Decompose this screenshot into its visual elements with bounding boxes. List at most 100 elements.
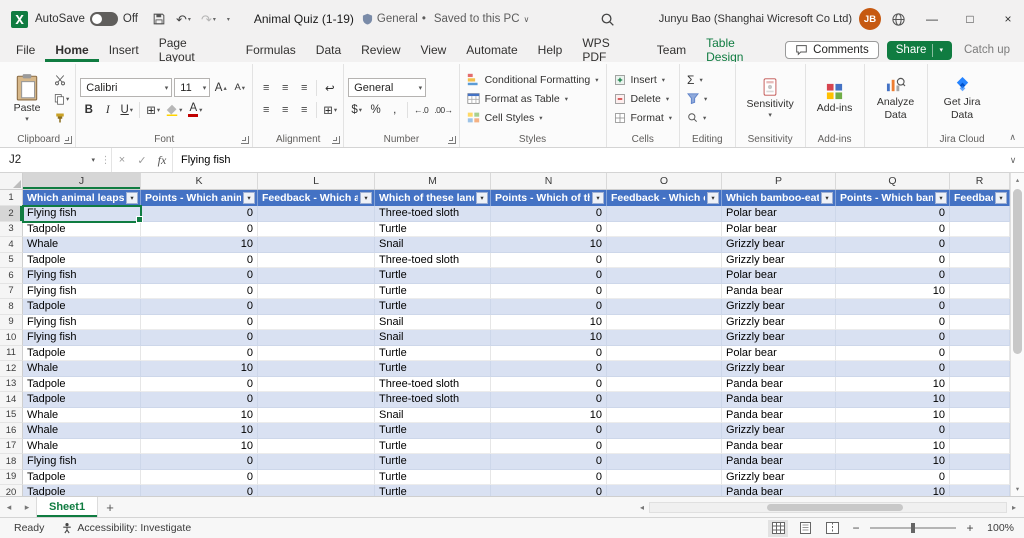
autosum-button[interactable]: Σ ▾: [684, 70, 706, 89]
paste-button[interactable]: Paste ▾: [6, 71, 48, 125]
column-header-O[interactable]: O: [607, 173, 722, 189]
cell-N10[interactable]: 10: [491, 330, 607, 346]
cell-P10[interactable]: Grizzly bear: [722, 330, 836, 346]
cell-L10[interactable]: [258, 330, 375, 346]
align-center-button[interactable]: ≡: [276, 101, 293, 119]
ribbon-tab-data[interactable]: Data: [306, 38, 351, 62]
cell-J4[interactable]: Whale: [23, 237, 141, 253]
cell-Q4[interactable]: 0: [836, 237, 950, 253]
cell-J12[interactable]: Whale: [23, 361, 141, 377]
normal-view-button[interactable]: [768, 519, 788, 537]
cell-O8[interactable]: [607, 299, 722, 315]
cell-J14[interactable]: Tadpole: [23, 392, 141, 408]
cell-P9[interactable]: Grizzly bear: [722, 314, 836, 330]
cell-O11[interactable]: [607, 345, 722, 361]
cell-M13[interactable]: Three-toed sloth: [375, 376, 491, 392]
cell-K14[interactable]: 0: [141, 392, 258, 408]
ribbon-tab-formulas[interactable]: Formulas: [236, 38, 306, 62]
sheet-nav-left-button[interactable]: ◂: [0, 497, 18, 517]
cell-Q7[interactable]: 10: [836, 283, 950, 299]
page-break-view-button[interactable]: [822, 520, 842, 537]
cell-K6[interactable]: 0: [141, 268, 258, 284]
vertical-scroll-thumb[interactable]: [1013, 189, 1022, 355]
cell-R7[interactable]: [950, 283, 1010, 299]
save-status-button[interactable]: Saved to this PC ∨: [434, 13, 530, 25]
cell-O6[interactable]: [607, 268, 722, 284]
cell-styles-button[interactable]: Cell Styles ▾: [464, 108, 546, 127]
cell-O15[interactable]: [607, 407, 722, 423]
row-header-13[interactable]: 13: [0, 376, 23, 392]
table-header-cell-R[interactable]: Feedback▾: [950, 190, 1010, 206]
cell-M5[interactable]: Three-toed sloth: [375, 252, 491, 268]
cell-Q6[interactable]: 0: [836, 268, 950, 284]
cell-P19[interactable]: Grizzly bear: [722, 469, 836, 485]
new-sheet-button[interactable]: +: [98, 497, 122, 517]
cell-M12[interactable]: Turtle: [375, 361, 491, 377]
clipboard-dialog-launcher-icon[interactable]: [64, 136, 73, 144]
cell-L11[interactable]: [258, 345, 375, 361]
cell-K12[interactable]: 10: [141, 361, 258, 377]
vertical-scrollbar[interactable]: ▴ ▾: [1010, 173, 1024, 496]
cell-Q12[interactable]: 0: [836, 361, 950, 377]
cell-M17[interactable]: Turtle: [375, 438, 491, 454]
row-header-1[interactable]: 1: [0, 190, 23, 206]
cell-J7[interactable]: Flying fish: [23, 283, 141, 299]
cell-L20[interactable]: [258, 485, 375, 496]
name-box-splitter[interactable]: ⋮: [100, 148, 112, 172]
cell-K10[interactable]: 0: [141, 330, 258, 346]
row-header-5[interactable]: 5: [0, 252, 23, 268]
ribbon-tab-home[interactable]: Home: [45, 38, 98, 62]
cell-J17[interactable]: Whale: [23, 438, 141, 454]
cell-P18[interactable]: Panda bear: [722, 454, 836, 470]
cell-N11[interactable]: 0: [491, 345, 607, 361]
row-header-4[interactable]: 4: [0, 237, 23, 253]
cell-N12[interactable]: 0: [491, 361, 607, 377]
cell-N3[interactable]: 0: [491, 221, 607, 237]
redo-button[interactable]: ↷ ▾: [197, 10, 220, 29]
cell-R8[interactable]: [950, 299, 1010, 315]
cell-O10[interactable]: [607, 330, 722, 346]
conditional-formatting-button[interactable]: Conditional Formatting ▾: [464, 70, 602, 89]
cancel-entry-button[interactable]: ×: [112, 148, 132, 172]
cell-R13[interactable]: [950, 376, 1010, 392]
bold-button[interactable]: B: [80, 101, 97, 119]
horizontal-scroll-thumb[interactable]: [767, 503, 903, 511]
row-header-11[interactable]: 11: [0, 345, 23, 361]
sheet-nav-right-button[interactable]: ▸: [18, 497, 36, 517]
cell-M16[interactable]: Turtle: [375, 423, 491, 439]
cell-R9[interactable]: [950, 314, 1010, 330]
increase-decimal-button[interactable]: ←.0: [412, 101, 430, 119]
cell-J11[interactable]: Tadpole: [23, 345, 141, 361]
cell-Q10[interactable]: 0: [836, 330, 950, 346]
cell-Q3[interactable]: 0: [836, 221, 950, 237]
row-header-15[interactable]: 15: [0, 407, 23, 423]
table-header-cell-J[interactable]: Which animal leaps o ▾: [23, 190, 141, 206]
fill-color-button[interactable]: ▾: [164, 101, 184, 119]
row-header-16[interactable]: 16: [0, 423, 23, 439]
table-header-cell-P[interactable]: Which bamboo-eatin ▾: [722, 190, 836, 206]
comments-button[interactable]: Comments: [785, 41, 879, 59]
cell-J5[interactable]: Tadpole: [23, 252, 141, 268]
cell-K7[interactable]: 0: [141, 283, 258, 299]
search-button[interactable]: [596, 9, 619, 30]
align-top-button[interactable]: ≡: [257, 79, 274, 97]
cell-L17[interactable]: [258, 438, 375, 454]
cell-P5[interactable]: Grizzly bear: [722, 252, 836, 268]
cell-M6[interactable]: Turtle: [375, 268, 491, 284]
cell-K8[interactable]: 0: [141, 299, 258, 315]
cut-button[interactable]: [51, 71, 68, 89]
cell-J18[interactable]: Flying fish: [23, 454, 141, 470]
cell-K5[interactable]: 0: [141, 252, 258, 268]
cell-J13[interactable]: Tadpole: [23, 376, 141, 392]
cell-K2[interactable]: 0: [141, 206, 258, 222]
save-button[interactable]: [148, 9, 170, 29]
format-as-table-button[interactable]: Format as Table ▾: [464, 89, 571, 108]
percent-style-button[interactable]: %: [367, 101, 384, 119]
cell-Q5[interactable]: 0: [836, 252, 950, 268]
cell-P20[interactable]: Panda bear: [722, 485, 836, 496]
decrease-decimal-button[interactable]: .00→: [432, 101, 454, 119]
filter-dropdown-button[interactable]: ▾: [821, 192, 833, 204]
cell-M20[interactable]: Turtle: [375, 485, 491, 496]
cell-R6[interactable]: [950, 268, 1010, 284]
horizontal-scrollbar[interactable]: ◂ ▸: [632, 497, 1024, 517]
